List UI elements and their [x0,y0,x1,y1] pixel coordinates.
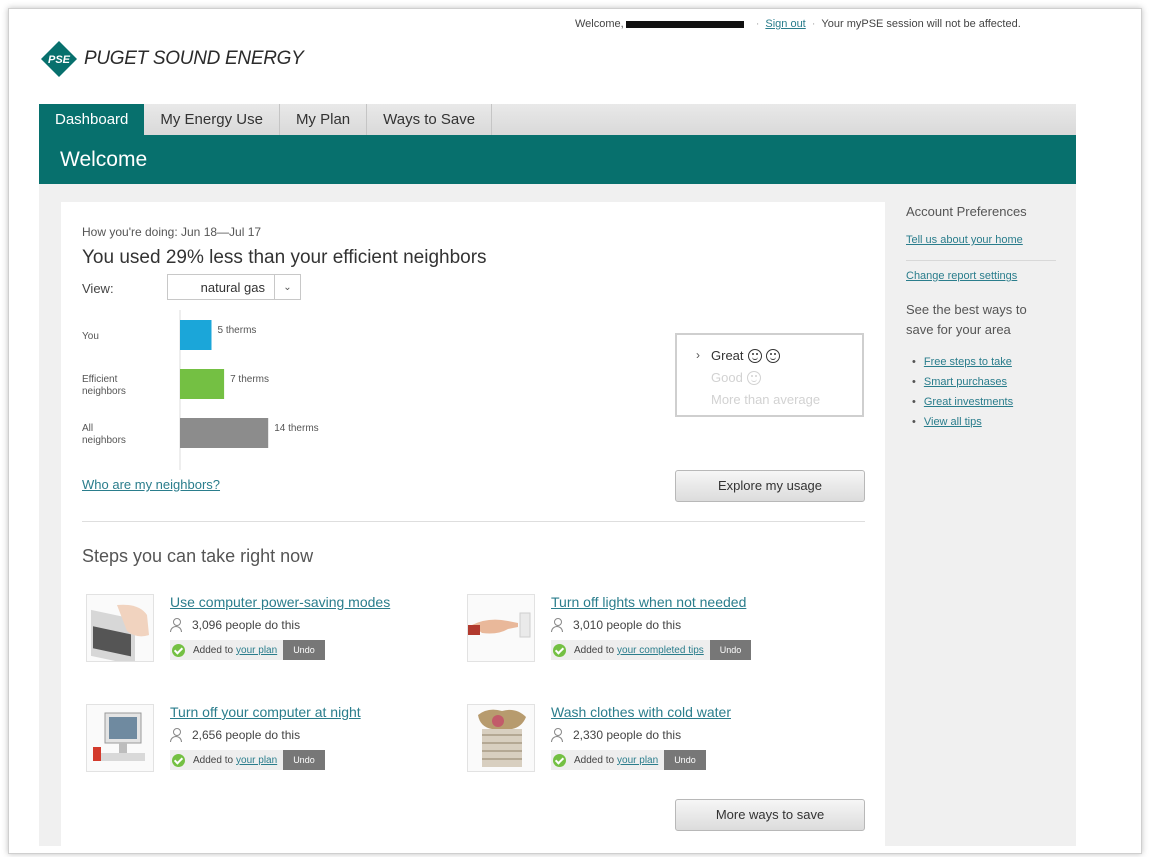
list-item: Smart purchases [906,372,1013,392]
usage-bar [180,369,225,399]
person-icon [551,728,563,742]
user-bar: Welcome, · Sign out · Your myPSE session wil… [575,18,1021,30]
plan-link[interactable]: your plan [617,755,658,766]
free-steps-link[interactable]: Free steps to take [924,356,1012,368]
sign-out-link[interactable]: Sign out [765,18,805,30]
desktop-computer-icon [86,704,154,772]
welcome-text: Welcome, [575,18,624,30]
list-item: Free steps to take [906,352,1013,372]
tip-card: Turn off your computer at night 2,656 pe… [86,704,416,776]
person-icon [170,728,182,742]
tip-card: Turn off lights when not needed 3,010 pe… [467,594,797,666]
tip-card: Use computer power-saving modes 3,096 pe… [86,594,416,666]
laptop-hand-icon [86,594,154,662]
tip-title-link[interactable]: Turn off your computer at night [170,704,361,720]
report-period: How you're doing: Jun 18—Jul 17 [82,225,262,239]
plan-link[interactable]: your completed tips [617,645,704,656]
plan-link[interactable]: your plan [236,645,277,656]
added-to-plan-badge: Added to your plan Undo [170,750,325,770]
brand-name: PUGET SOUND ENERGY [84,48,304,69]
page-title: Welcome [39,135,1076,184]
main-tabs: Dashboard My Energy Use My Plan Ways to … [39,104,1076,135]
account-preferences-heading: Account Preferences [906,204,1027,219]
check-icon [553,643,566,657]
category-label: neighbors [82,435,126,446]
fuel-type-value: natural gas [200,279,265,295]
undo-button[interactable]: Undo [283,640,325,660]
sidebar: Account Preferences Tell us about your h… [906,204,1066,428]
laundry-basket-icon [467,704,535,772]
rating-good: Good [697,367,862,389]
smiley-icon [747,349,762,363]
check-icon [172,753,185,767]
value-label: 5 therms [218,325,257,336]
session-note: Your myPSE session will not be affected. [821,18,1021,30]
sidebar-divider [906,260,1056,261]
undo-button[interactable]: Undo [283,750,325,770]
chevron-right-icon: › [696,348,700,362]
fuel-type-select[interactable]: natural gas ⌄ [167,274,301,300]
smiley-icon [746,371,761,385]
rating-more-than-average: More than average [711,392,821,407]
usage-bar [180,320,212,350]
tip-title-link[interactable]: Turn off lights when not needed [551,594,746,610]
view-all-tips-link[interactable]: View all tips [924,416,982,428]
usage-headline: You used 29% less than your efficient ne… [82,247,487,268]
smart-purchases-link[interactable]: Smart purchases [924,376,1007,388]
chevron-down-icon[interactable]: ⌄ [274,275,300,299]
value-label: 14 therms [274,423,318,434]
added-to-plan-badge: Added to your plan Undo [170,640,325,660]
category-label: All [82,423,93,434]
undo-button[interactable]: Undo [664,750,706,770]
list-item: Great investments [906,392,1013,412]
tip-title-link[interactable]: Wash clothes with cold water [551,704,731,720]
plan-link[interactable]: your plan [236,755,277,766]
person-icon [170,618,182,632]
more-ways-to-save-button[interactable]: More ways to save [675,799,865,831]
added-to-plan-badge: Added to your plan Undo [551,750,706,770]
person-icon [551,618,563,632]
best-ways-text: See the best ways to save for your area [906,302,1027,337]
tab-my-energy-use[interactable]: My Energy Use [144,104,280,135]
list-item: View all tips [906,412,1013,432]
rating-box: › Great Good More than average [675,333,864,417]
change-report-settings-link[interactable]: Change report settings [906,270,1017,282]
category-label: neighbors [82,386,126,397]
usage-bar [180,418,269,448]
category-label: You [82,331,99,342]
redacted-username [625,20,744,28]
tip-title-link[interactable]: Use computer power-saving modes [170,594,390,610]
rating-great: Great [697,345,862,367]
value-label: 7 therms [230,374,269,385]
logo-badge-text: PSE [48,54,71,66]
tab-ways-to-save[interactable]: Ways to Save [367,104,493,135]
check-icon [172,643,185,657]
pse-diamond-icon: PSE [40,40,78,78]
tell-us-about-home-link[interactable]: Tell us about your home [906,234,1023,246]
section-divider [82,521,865,522]
check-icon [553,753,566,767]
undo-button[interactable]: Undo [709,640,752,660]
tab-my-plan[interactable]: My Plan [280,104,368,135]
smiley-icon [765,349,780,363]
tab-dashboard[interactable]: Dashboard [39,104,145,135]
explore-usage-button[interactable]: Explore my usage [675,470,865,502]
great-investments-link[interactable]: Great investments [924,396,1013,408]
category-label: Efficient [82,374,118,385]
view-label: View: [82,281,114,296]
who-are-my-neighbors-link[interactable]: Who are my neighbors? [82,477,220,492]
neighbor-comparison-chart: You5 thermsEfficientneighbors7 thermsAll… [82,310,319,470]
tips-link-list: Free steps to take Smart purchases Great… [906,352,1013,432]
light-switch-icon [467,594,535,662]
tip-card: Wash clothes with cold water 2,330 peopl… [467,704,797,776]
steps-title: Steps you can take right now [82,546,314,566]
added-to-plan-badge: Added to your completed tips Undo [551,640,752,660]
pse-logo[interactable]: PSE PUGET SOUND ENERGY [40,40,304,78]
